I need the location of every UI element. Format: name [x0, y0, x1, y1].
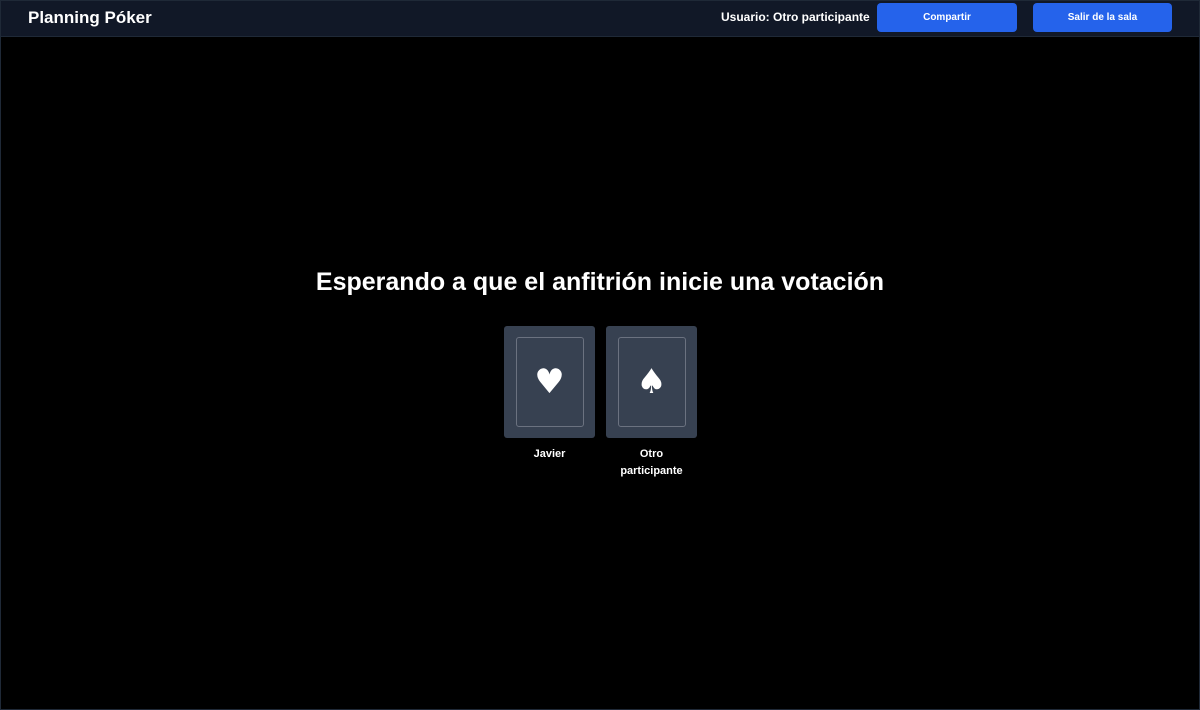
waiting-message: Esperando a que el anfitrión inicie una …	[315, 268, 885, 296]
player-card: ♠	[606, 326, 697, 438]
app-root: Planning Póker Usuario: Otro participant…	[0, 0, 1200, 710]
spade-icon: ♠	[636, 362, 667, 402]
card-face: ♥	[515, 337, 584, 427]
heart-icon: ♥	[534, 362, 565, 402]
share-button[interactable]: Compartir	[877, 3, 1017, 32]
card-face: ♠	[617, 337, 686, 427]
app-title: Planning Póker	[28, 8, 152, 27]
leave-room-button[interactable]: Salir de la sala	[1033, 3, 1172, 32]
player-card: ♥	[504, 326, 595, 438]
player-name: Javier	[533, 448, 566, 460]
player-otro-participante: ♠ Otro participante	[606, 326, 697, 480]
player-javier: ♥ Javier	[504, 326, 595, 480]
top-bar: Planning Póker Usuario: Otro participant…	[1, 1, 1199, 37]
player-cards: ♥ Javier ♠ Otro participante	[504, 326, 697, 480]
current-user-label: Usuario: Otro participante	[721, 10, 870, 24]
player-name: Otro participante	[620, 448, 683, 477]
